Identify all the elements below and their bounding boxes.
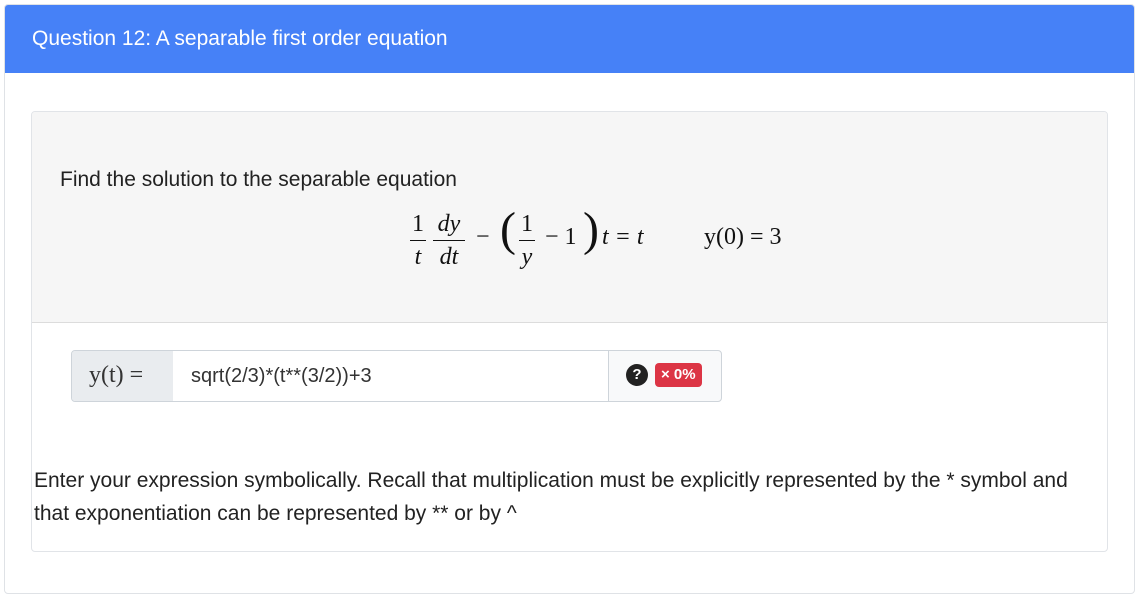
equation-tail: t = t	[602, 224, 644, 250]
frac2-denominator: dt	[439, 244, 459, 270]
fraction-one-over-t: 1 t	[410, 212, 426, 269]
answer-input[interactable]	[173, 351, 609, 401]
answer-input-group: y(t) = ? × 0%	[71, 350, 722, 402]
inner-rest: − 1	[545, 224, 577, 250]
question-prompt: Find the solution to the separable equat…	[60, 168, 457, 191]
frac1-numerator: 1	[412, 211, 424, 237]
right-paren: )	[583, 203, 599, 256]
answer-label: y(t) =	[72, 351, 174, 401]
score-badge: × 0%	[655, 363, 702, 387]
fraction-dy-dt: dy dt	[433, 212, 465, 269]
frac2-numerator: dy	[437, 211, 461, 237]
help-icon[interactable]: ?	[626, 364, 648, 386]
frac1-denominator: t	[414, 244, 422, 270]
question-header: Question 12: A separable first order equ…	[5, 5, 1134, 73]
frac3-denominator: y	[521, 244, 533, 270]
minus-sign: −	[476, 224, 490, 250]
fraction-one-over-y: 1 y	[519, 212, 535, 269]
initial-condition: y(0) = 3	[704, 224, 782, 250]
frac3-numerator: 1	[521, 211, 533, 237]
question-title: Question 12: A separable first order equ…	[32, 27, 448, 50]
instructions-text: Enter your expression symbolically. Reca…	[34, 469, 1068, 525]
left-paren: (	[500, 203, 516, 256]
question-body: Find the solution to the separable equat…	[32, 112, 1107, 323]
question-box: Find the solution to the separable equat…	[31, 111, 1108, 552]
